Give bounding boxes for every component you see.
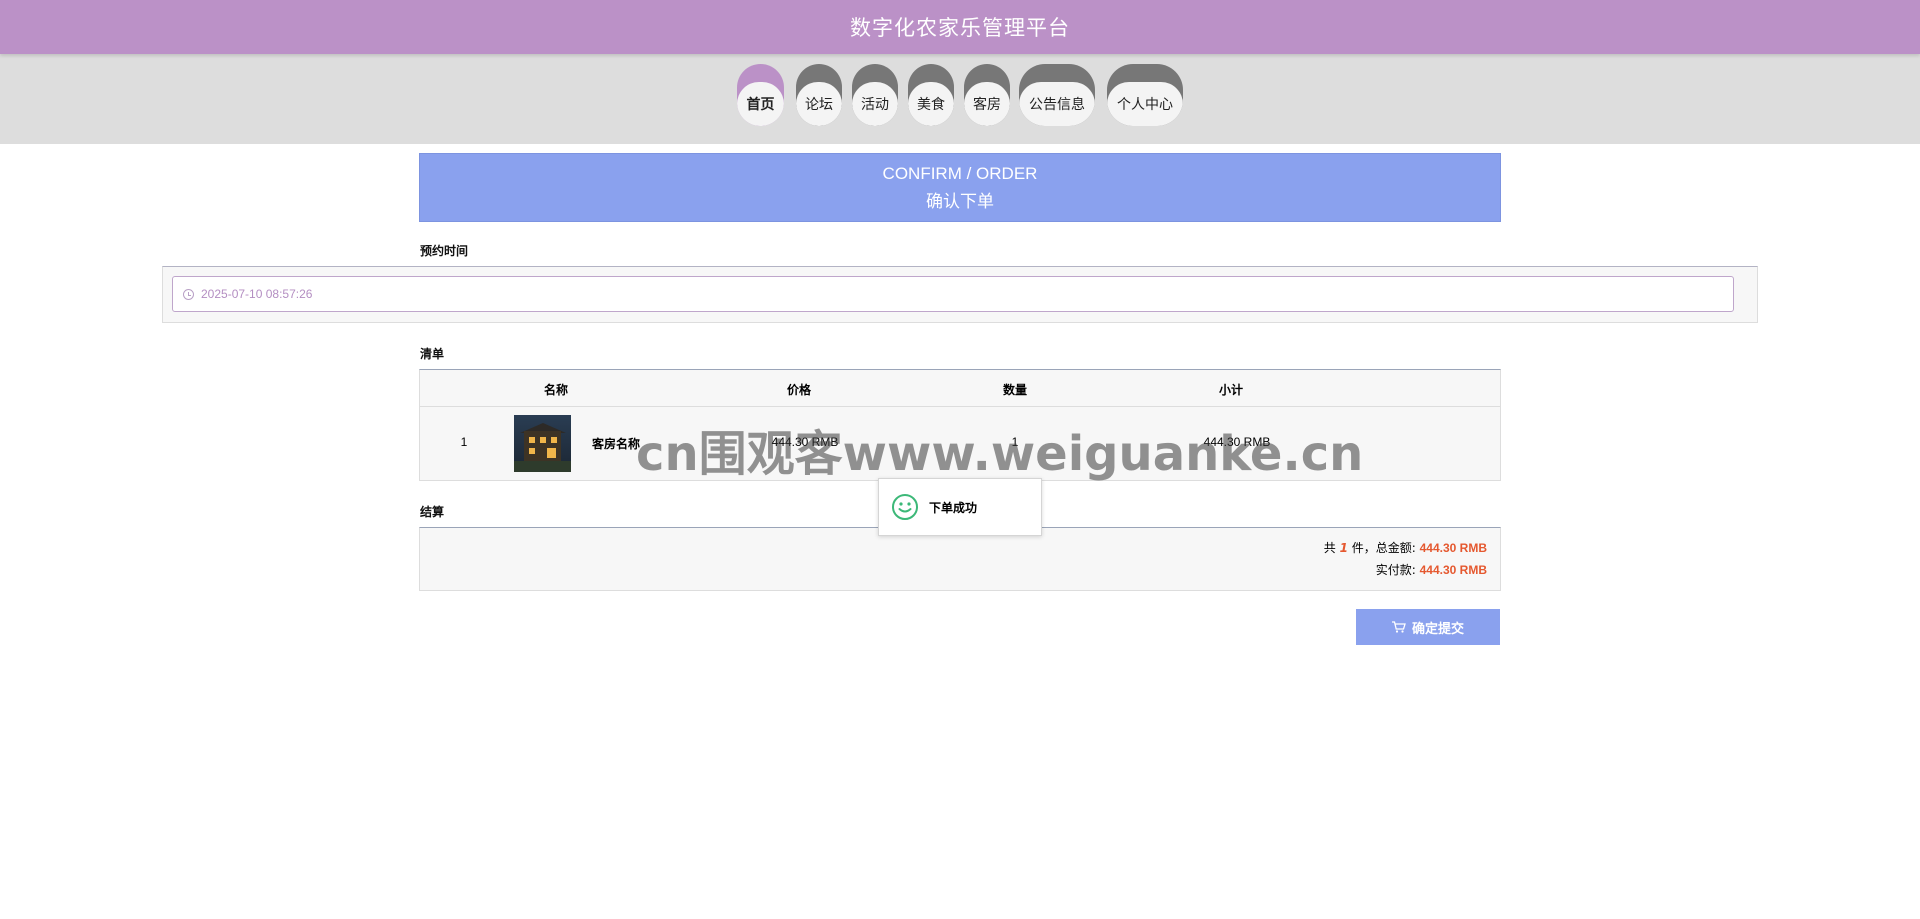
clock-icon [183, 288, 194, 300]
nav-item-notices[interactable]: 公告信息 [1019, 64, 1095, 126]
settlement-label: 结算 [420, 505, 445, 519]
nav-item-label: 美食 [908, 82, 954, 126]
submit-label: 确定提交 [1411, 620, 1464, 636]
nav-bar: 首页 论坛 活动 美食 客房 公告信息 个人中心 [0, 54, 1920, 144]
room-thumbnail[interactable] [514, 415, 571, 472]
item-count: 1 [1339, 541, 1348, 555]
paid-label: 实付款: [1375, 563, 1416, 577]
table-header: 名称 价格 数量 小计 [420, 370, 1500, 407]
paid-amount: 444.30 RMB [1419, 563, 1487, 577]
nav-item-label: 个人中心 [1107, 82, 1183, 126]
header-quantity: 数量 [1002, 383, 1028, 397]
nav-item-label: 论坛 [796, 82, 842, 126]
nav-item-label: 客房 [964, 82, 1010, 126]
banner-title-cn: 确认下单 [926, 191, 994, 212]
reservation-label: 预约时间 [420, 244, 469, 258]
nav-item-label: 首页 [737, 82, 784, 126]
settlement-section: 共 1 件，总金额: 444.30 RMB 实付款: 444.30 RMB [419, 527, 1501, 591]
row-name: 客房名称 [591, 437, 641, 451]
watermark: cn围观客www.weiguanke.cn [636, 426, 1364, 482]
nav-item-label: 公告信息 [1019, 82, 1095, 126]
total-line: 共 1 件，总金额: 444.30 RMB [1324, 539, 1487, 556]
site-title: 数字化农家乐管理平台 [850, 16, 1070, 40]
nav-item-food[interactable]: 美食 [908, 64, 954, 126]
row-index: 1 [460, 435, 468, 449]
reservation-time-value: 2025-07-10 08:57:26 [201, 287, 313, 301]
nav-item-forum[interactable]: 论坛 [796, 64, 842, 126]
reservation-time-input[interactable]: 2025-07-10 08:57:26 [172, 276, 1734, 312]
banner-title-en: CONFIRM / ORDER [882, 163, 1038, 183]
list-label: 清单 [420, 347, 445, 361]
paid-line: 实付款: 444.30 RMB [1376, 561, 1487, 578]
count-suffix: 件，总金额: [1351, 541, 1416, 555]
smile-icon [892, 494, 918, 520]
reservation-section: 2025-07-10 08:57:26 [162, 266, 1758, 323]
toast-message: 下单成功 [929, 500, 978, 515]
header-name: 名称 [543, 383, 569, 397]
nav-item-profile[interactable]: 个人中心 [1107, 64, 1183, 126]
nav-item-home[interactable]: 首页 [737, 64, 784, 126]
header-subtotal: 小计 [1218, 383, 1244, 397]
nav-item-label: 活动 [852, 82, 898, 126]
total-amount: 444.30 RMB [1419, 541, 1487, 555]
header-price: 价格 [786, 383, 812, 397]
top-header: 数字化农家乐管理平台 [0, 0, 1920, 54]
cart-icon [1391, 621, 1406, 633]
confirm-order-banner: CONFIRM / ORDER 确认下单 [419, 153, 1501, 222]
nav-item-activities[interactable]: 活动 [852, 64, 898, 126]
success-toast: 下单成功 [878, 478, 1042, 536]
nav-item-rooms[interactable]: 客房 [964, 64, 1010, 126]
count-prefix: 共 [1323, 541, 1336, 555]
confirm-submit-button[interactable]: 确定提交 [1356, 609, 1500, 645]
